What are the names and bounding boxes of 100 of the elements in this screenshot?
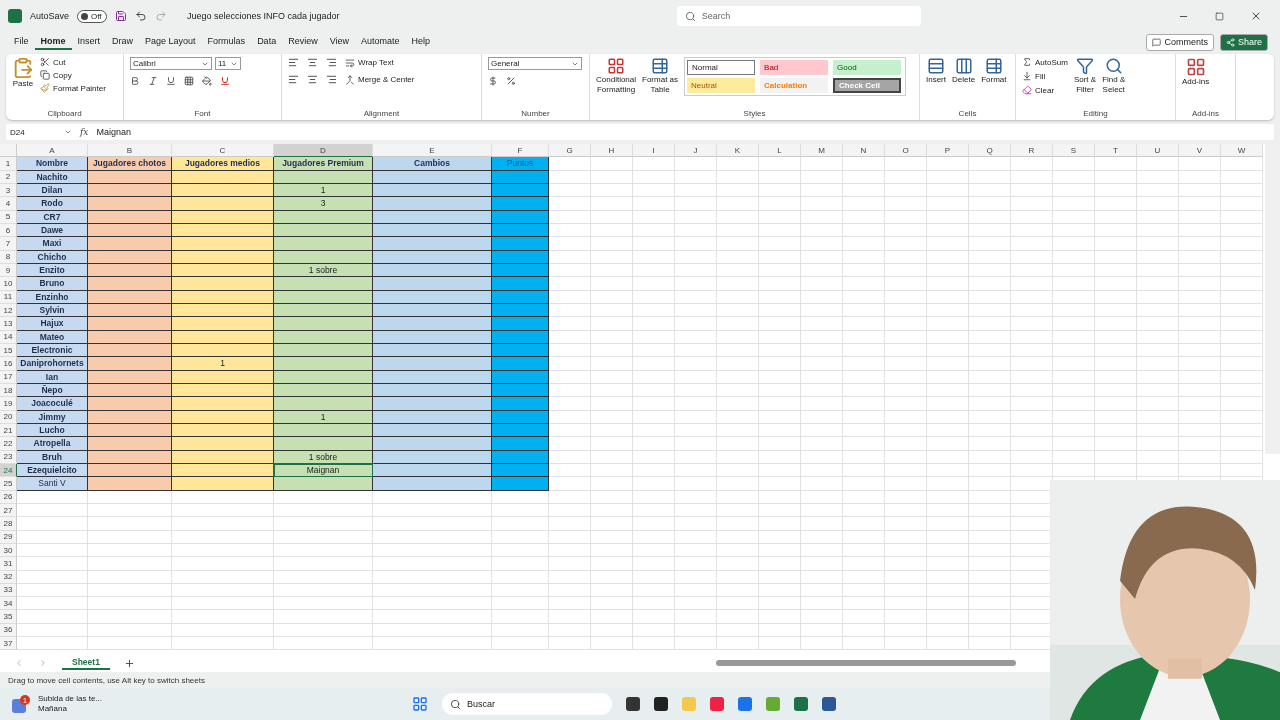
menu-tab[interactable]: Formulas <box>201 34 252 50</box>
column-header[interactable]: F <box>492 144 549 158</box>
row-header[interactable]: 35 <box>0 610 17 624</box>
autosave-label: AutoSave <box>30 11 70 21</box>
column-header[interactable]: U <box>1137 144 1179 158</box>
font-size-select[interactable]: 11 <box>215 57 241 70</box>
column-header[interactable]: E <box>373 144 492 158</box>
column-header[interactable]: V <box>1179 144 1221 158</box>
cells-button[interactable]: Delete <box>952 57 976 85</box>
group-title: Number <box>520 109 551 118</box>
column-header[interactable]: G <box>549 144 591 158</box>
cells-button[interactable]: Format <box>981 57 1007 85</box>
group-title: Alignment <box>362 109 401 118</box>
column-header[interactable]: O <box>885 144 927 158</box>
table-cell: Maxi <box>17 237 88 251</box>
menu-tab[interactable]: Page Layout <box>139 34 202 50</box>
row-header[interactable]: 13 <box>0 317 17 331</box>
menu-tab[interactable]: Automate <box>355 34 406 50</box>
status-message: Drag to move cell contents, use Alt key to switch sheets <box>8 675 205 685</box>
column-header[interactable]: L <box>759 144 801 158</box>
find-select-button[interactable]: Find & Select <box>1102 57 1126 95</box>
comments-button[interactable]: Comments <box>1146 33 1214 51</box>
taskbar-search-field[interactable]: Buscar <box>442 693 613 715</box>
column-header[interactable]: W <box>1221 144 1263 158</box>
row-header[interactable]: 34 <box>0 597 17 611</box>
column-header[interactable]: J <box>675 144 717 158</box>
row-header[interactable]: 25 <box>0 477 17 491</box>
table-header-cell: Jugadores medios <box>172 157 274 171</box>
table-cell: Maignan <box>274 463 373 478</box>
row-header[interactable]: 19 <box>0 397 17 411</box>
group-title: Cells <box>957 109 978 118</box>
column-header[interactable]: S <box>1053 144 1095 158</box>
row-header[interactable]: 16 <box>0 357 17 371</box>
table-cell: Bruno <box>17 277 88 291</box>
row-header[interactable]: 37 <box>0 637 17 651</box>
copy-button[interactable]: Copy <box>40 70 106 80</box>
table-header-cell: Jugadores Premium <box>274 157 373 171</box>
format-as-table-button[interactable]: Format as Table <box>642 57 679 95</box>
function-button[interactable]: fx <box>80 127 89 137</box>
wrap-text-button[interactable]: Wrap Text <box>345 57 394 68</box>
cell-style[interactable]: Good <box>833 60 902 75</box>
row-header[interactable]: 1 <box>0 157 17 171</box>
menu-tab[interactable]: Draw <box>106 34 140 50</box>
column-header[interactable]: I <box>633 144 675 158</box>
menu-tab[interactable]: File <box>8 34 35 50</box>
format-painter-button[interactable]: Format Painter <box>40 83 106 93</box>
font-family-select[interactable]: Calibri <box>130 57 212 70</box>
paste-button[interactable]: Paste <box>12 57 34 89</box>
group-title: Clipboard <box>46 109 83 118</box>
menu-tab[interactable]: Insert <box>71 34 107 50</box>
row-header[interactable]: 10 <box>0 277 17 291</box>
row-header[interactable]: 22 <box>0 437 17 451</box>
search-field[interactable]: Search <box>676 6 921 26</box>
menu-tab[interactable]: Help <box>405 34 437 50</box>
number-format-select[interactable]: General <box>488 57 582 70</box>
formula-input[interactable]: Maignan <box>96 127 131 137</box>
column-header[interactable]: H <box>591 144 633 158</box>
row-header[interactable]: 31 <box>0 557 17 571</box>
menu-tab[interactable]: View <box>323 34 355 50</box>
share-button[interactable]: Share <box>1219 33 1268 51</box>
column-header[interactable]: A <box>17 144 88 158</box>
cells-button[interactable]: Insert <box>926 57 946 85</box>
column-header[interactable]: C <box>172 144 274 158</box>
column-header[interactable]: M <box>801 144 843 158</box>
clear-button[interactable]: Clear <box>1022 85 1068 95</box>
sheet-tab[interactable]: Sheet1 <box>62 656 110 670</box>
row-header[interactable]: 4 <box>0 197 17 211</box>
row-header[interactable]: 7 <box>0 237 17 251</box>
document-title[interactable]: Juego selecciones INFO cada jugador <box>187 11 340 21</box>
conditional-formatting-button[interactable]: Conditional Formatting <box>596 57 637 95</box>
column-header[interactable]: P <box>927 144 969 158</box>
menu-tab[interactable]: Home <box>34 34 72 50</box>
notification-title: Subida de las te... <box>38 694 103 704</box>
cell-style[interactable]: Normal <box>687 60 756 75</box>
column-header[interactable]: D <box>274 144 373 158</box>
autosum-button[interactable]: AutoSum <box>1022 57 1068 67</box>
table-cell: Rodo <box>17 197 88 211</box>
cut-button[interactable]: Cut <box>40 57 106 67</box>
column-header[interactable]: Q <box>969 144 1011 158</box>
table-cell: Daniprohornets <box>17 357 88 371</box>
menu-tab[interactable]: Data <box>251 34 283 50</box>
column-header[interactable]: B <box>88 144 172 158</box>
merge-center-button[interactable]: Merge & Center <box>345 74 415 85</box>
table-header-cell: Jugadores chotos <box>88 157 172 171</box>
fill-button[interactable]: Fill <box>1022 71 1068 81</box>
add-ins-button[interactable]: Add-ins <box>1182 57 1210 87</box>
group-title: Styles <box>742 109 767 118</box>
column-header[interactable]: R <box>1011 144 1053 158</box>
row-header[interactable]: 28 <box>0 517 17 531</box>
table-header-cell: Cambios <box>373 157 492 171</box>
name-box[interactable]: D24 <box>10 127 72 137</box>
cell-style[interactable]: Neutral <box>687 78 756 93</box>
cell-style[interactable]: Bad <box>760 60 829 75</box>
menu-tab[interactable]: Review <box>282 34 324 50</box>
column-header[interactable]: K <box>717 144 759 158</box>
column-header[interactable]: N <box>843 144 885 158</box>
table-cell: Santi V <box>17 477 88 491</box>
column-header[interactable]: T <box>1095 144 1137 158</box>
sort-filter-button[interactable]: Sort & Filter <box>1073 57 1097 95</box>
autosave-toggle[interactable]: Off <box>77 9 108 23</box>
